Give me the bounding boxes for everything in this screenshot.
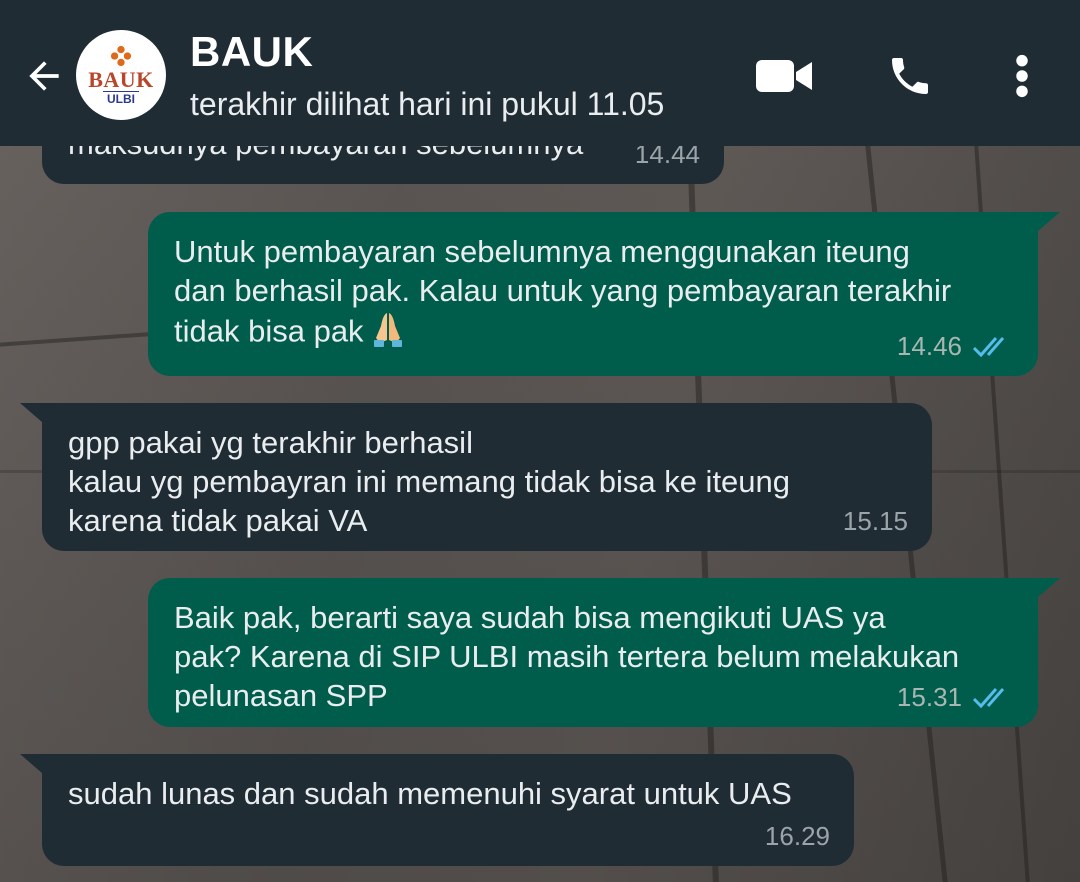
more-vertical-icon <box>1016 54 1028 98</box>
phone-icon <box>892 58 928 94</box>
bubble-tail <box>20 754 50 780</box>
voice-call-button[interactable] <box>880 46 940 106</box>
contact-last-seen: terakhir dilihat hari ini pukul 11.05 <box>190 86 665 122</box>
message-meta: 15.31 <box>897 678 1014 717</box>
message-outgoing[interactable]: Baik pak, berarti saya sudah bisa mengik… <box>148 578 1060 727</box>
chat-header: BAUK ULBI BAUK terakhir dilihat hari ini… <box>0 0 1080 146</box>
message-text: gpp pakai yg terakhir berhasil kalau yg … <box>68 425 791 538</box>
message-incoming[interactable]: gpp pakai yg terakhir berhasil kalau yg … <box>20 403 932 551</box>
contact-avatar[interactable]: BAUK ULBI <box>76 30 166 120</box>
avatar-logo-bottom: ULBI <box>103 90 139 106</box>
arrow-left-icon <box>29 61 59 91</box>
message-text: Untuk pembayaran sebelumnya menggunakan … <box>174 232 951 357</box>
video-call-button[interactable] <box>754 46 814 106</box>
folded-hands-emoji-icon <box>370 310 406 357</box>
contact-name[interactable]: BAUK <box>190 28 313 76</box>
message-meta: 14.46 <box>897 327 1014 366</box>
message-text: Baik pak, berarti saya sudah bisa mengik… <box>174 600 960 713</box>
message-text: sudah lunas dan sudah memenuhi syarat un… <box>68 776 792 811</box>
message-text-content: Untuk pembayaran sebelumnya menggunakan … <box>174 234 952 349</box>
bubble-tail <box>1030 578 1060 604</box>
bubble-tail <box>1030 212 1060 238</box>
message-time: 14.46 <box>896 331 962 361</box>
message-meta: 15.15 <box>843 502 908 541</box>
message-time: 15.31 <box>896 682 962 712</box>
message-outgoing[interactable]: Untuk pembayaran sebelumnya menggunakan … <box>148 212 1060 376</box>
message-incoming[interactable]: sudah lunas dan sudah memenuhi syarat un… <box>20 754 854 866</box>
message-time: 16.29 <box>764 821 830 851</box>
video-camera-icon <box>756 60 812 92</box>
double-check-icon <box>972 336 1005 357</box>
avatar-logo-top: BAUK <box>88 66 154 92</box>
double-check-icon <box>972 687 1005 708</box>
message-time: 15.15 <box>842 506 908 536</box>
bubble-tail <box>20 403 50 429</box>
message-meta: 16.29 <box>765 817 830 856</box>
back-button[interactable] <box>20 52 68 100</box>
more-options-button[interactable] <box>992 46 1052 106</box>
flower-logo-icon <box>110 45 132 66</box>
